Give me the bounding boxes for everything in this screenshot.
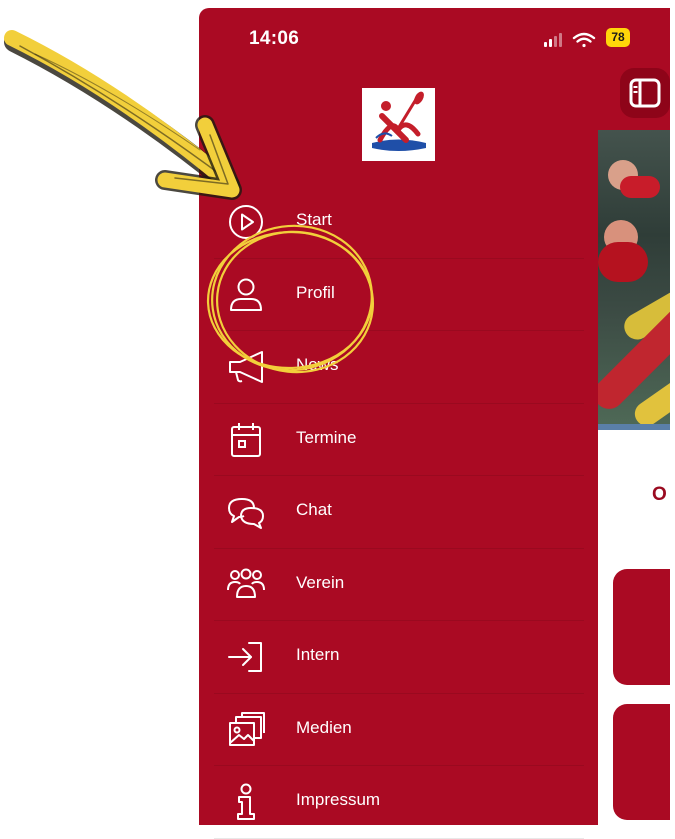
drawer-menu: Start Profil News Termine Chat Verein In…: [214, 186, 584, 839]
menu-item-profil[interactable]: Profil: [214, 259, 584, 331]
main-screen: O: [598, 8, 670, 825]
menu-item-news[interactable]: News: [214, 331, 584, 404]
menu-label: Chat: [296, 500, 332, 519]
wifi-icon: [572, 32, 596, 48]
menu-label: Verein: [296, 572, 345, 592]
menu-item-impressum[interactable]: Impressum: [214, 766, 584, 839]
user-icon: [230, 278, 262, 311]
cellular-signal-icon: [544, 33, 562, 47]
menu-item-intern[interactable]: Intern: [214, 621, 584, 694]
chat-bubbles-icon: [228, 498, 264, 529]
status-time: 14:06: [249, 28, 300, 49]
menu-label: Termine: [296, 427, 357, 447]
menu-label: Profil: [296, 282, 335, 302]
main-card[interactable]: [613, 704, 670, 820]
menu-label: Start: [296, 210, 332, 229]
menu-item-verein[interactable]: Verein: [214, 549, 584, 621]
menu-item-start[interactable]: Start: [214, 186, 584, 259]
group-icon: [227, 568, 265, 598]
menu-item-chat[interactable]: Chat: [214, 476, 584, 549]
main-card[interactable]: [613, 569, 670, 685]
menu-item-termine[interactable]: Termine: [214, 404, 584, 476]
menu-label: Impressum: [296, 790, 381, 809]
main-header: [598, 8, 670, 130]
club-logo: [362, 88, 435, 161]
sidebar-toggle-icon: [629, 78, 661, 108]
calendar-icon: [231, 422, 261, 457]
info-icon: [237, 783, 255, 820]
megaphone-icon: [229, 351, 263, 383]
status-icons: [539, 30, 649, 50]
battery-indicator: 78: [606, 28, 630, 47]
navigation-drawer: 14:06 78 Start Profil News Termine Chat …: [199, 8, 630, 839]
sidebar-toggle-button[interactable]: [620, 68, 670, 118]
hero-photo: [598, 130, 670, 430]
images-icon: [229, 711, 265, 746]
play-circle-icon: [229, 205, 263, 239]
menu-item-medien[interactable]: Medien: [214, 694, 584, 766]
menu-label: Medien: [296, 717, 352, 737]
menu-label: News: [296, 355, 339, 374]
main-heading: O: [652, 484, 667, 505]
sign-in-icon: [228, 642, 262, 672]
menu-label: Intern: [296, 645, 340, 664]
